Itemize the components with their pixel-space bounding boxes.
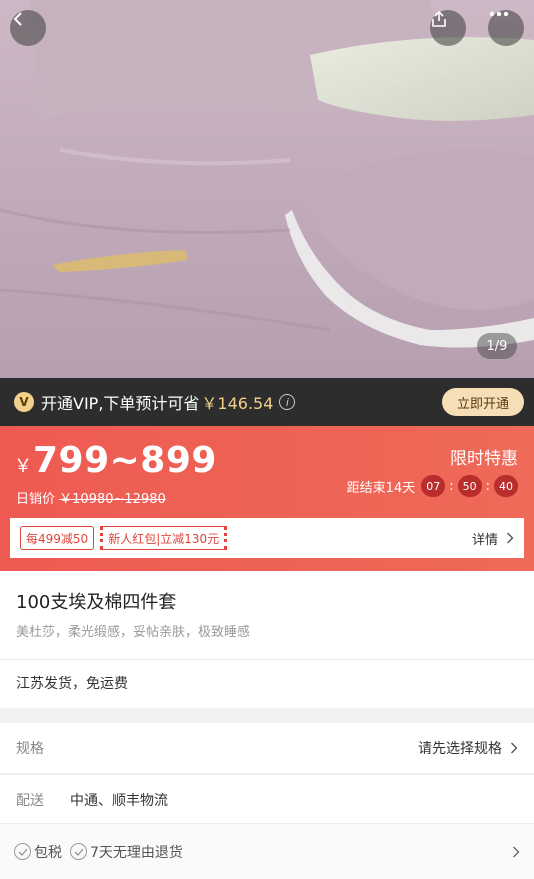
guarantee-tax-label: 包税 [34,844,62,861]
chevron-left-icon [13,12,22,26]
more-button[interactable] [488,10,524,46]
share-icon [432,10,446,27]
guarantee-tax: 包税 [14,842,62,862]
shipping-info: 江苏发货，免运费 [16,676,128,692]
delivery-row: 配送 中通、顺丰物流 [0,774,534,824]
coupon-detail-link[interactable]: 详情 [472,529,514,548]
share-button[interactable] [430,10,466,46]
check-circle-icon [14,843,31,860]
product-image-gallery[interactable]: LAWRENCE 1/9 [0,0,534,378]
countdown-seconds: 40 [494,475,518,497]
daily-price-label: 日销价 [16,492,56,507]
vip-savings-amount: ￥146.54 [201,394,274,413]
bedding-photo: LAWRENCE [0,0,534,378]
guarantee-return: 7天无理由退货 [70,842,183,862]
spec-placeholder: 请先选择规格 [418,741,502,757]
daily-price-value: ￥10980~12980 [59,492,166,507]
vip-savings-text: 开通VIP,下单预计可省 [41,394,200,413]
divider [0,659,534,660]
delivery-value: 中通、顺丰物流 [70,792,168,809]
image-counter: 1/9 [477,333,517,359]
product-title: 100支埃及棉四件套 [16,592,177,613]
daily-price: 日销价 ￥10980~12980 [16,488,166,507]
chevron-right-icon [507,532,514,544]
countdown-timer: 距结束14天 07 : 50 : 40 [347,475,518,497]
coupon-row[interactable]: 每499减50 新人红包|立减130元 详情 [10,518,524,558]
product-info-card: 100支埃及棉四件套 美杜莎，柔光缎感，妥帖亲肤，极致睡感 江苏发货，免运费 [0,571,534,708]
coupon-new-user[interactable]: 新人红包|立减130元 [100,526,228,550]
info-icon[interactable]: i [279,394,296,410]
chevron-right-icon[interactable] [512,846,520,858]
chevron-right-icon [511,742,518,754]
more-dots-icon [489,11,509,17]
coupon-detail-label: 详情 [471,532,498,548]
countdown-hours: 07 [421,475,446,497]
product-subtitle: 美杜莎，柔光缎感，妥帖亲肤，极致睡感 [16,625,251,640]
countdown-minutes: 50 [457,475,482,497]
limited-offer-label: 限时特惠 [450,449,518,469]
currency-symbol: ￥ [14,456,32,477]
spec-value: 请先选择规格 [418,738,518,758]
vip-banner[interactable]: V 开通VIP,下单预计可省 ￥146.54 i 立即开通 [0,378,534,426]
coupon-threshold[interactable]: 每499减50 [20,526,95,550]
price: ￥ 799~899 [14,440,217,481]
spec-label: 规格 [16,741,44,757]
check-circle-icon [70,843,87,860]
back-button[interactable] [10,10,46,46]
guarantee-row[interactable]: 包税 7天无理由退货 [0,823,534,879]
spec-selector-row[interactable]: 规格 请先选择规格 [0,723,534,773]
price-range: 799~899 [33,440,217,481]
countdown-label: 距结束14天 [346,480,416,496]
guarantee-return-label: 7天无理由退货 [90,844,183,861]
price-promo-section: ￥ 799~899 日销价 ￥10980~12980 限时特惠 距结束14天 0… [0,426,534,571]
vip-badge-icon: V [14,392,34,412]
open-vip-button[interactable]: 立即开通 [442,388,524,416]
delivery-label: 配送 [16,792,44,809]
